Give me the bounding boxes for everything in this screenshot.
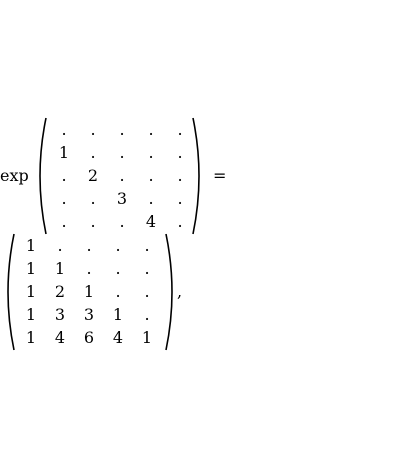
matrix-cell: 4: [54, 328, 66, 347]
matrix-cell: .: [144, 305, 150, 324]
matrix-cell: .: [119, 166, 125, 185]
matrix-cell: 3: [54, 305, 66, 324]
lhs-right-paren: [192, 117, 200, 235]
matrix-cell: .: [115, 236, 121, 255]
matrix-cell: .: [90, 143, 96, 162]
matrix-cell: .: [115, 282, 121, 301]
matrix-cell: 3: [83, 305, 95, 324]
matrix-cell: .: [86, 236, 92, 255]
equation-block: exp .....1.....2.....3.....4. = 1....11.…: [0, 0, 400, 468]
matrix-cell: 1: [25, 282, 37, 301]
matrix-cell: .: [57, 236, 63, 255]
matrix-cell: .: [148, 189, 154, 208]
matrix-cell: .: [90, 189, 96, 208]
matrix-cell: 1: [25, 259, 37, 278]
matrix-cell: .: [61, 212, 67, 231]
matrix-cell: 1: [25, 328, 37, 347]
lhs-left-paren: [39, 117, 47, 235]
matrix-cell: .: [144, 236, 150, 255]
matrix-cell: .: [148, 166, 154, 185]
matrix-cell: .: [86, 259, 92, 278]
matrix-cell: .: [177, 212, 183, 231]
matrix-cell: .: [144, 259, 150, 278]
matrix-cell: .: [90, 212, 96, 231]
matrix-cell: 1: [25, 305, 37, 324]
rhs-right-paren: [165, 233, 173, 351]
exp-operator: exp: [0, 166, 29, 185]
trailing-comma: ,: [177, 282, 183, 301]
matrix-cell: 2: [54, 282, 66, 301]
matrix-cell: 2: [87, 166, 99, 185]
matrix-cell: .: [90, 120, 96, 139]
matrix-cell: .: [61, 189, 67, 208]
matrix-cell: .: [177, 143, 183, 162]
matrix-cell: .: [177, 189, 183, 208]
matrix-cell: .: [148, 120, 154, 139]
matrix-cell: 1: [112, 305, 124, 324]
matrix-cell: 6: [83, 328, 95, 347]
matrix-cell: 1: [58, 143, 70, 162]
matrix-cell: .: [148, 143, 154, 162]
matrix-cell: .: [119, 143, 125, 162]
matrix-cell: 1: [141, 328, 153, 347]
equals-sign: =: [213, 166, 227, 185]
matrix-cell: 4: [145, 212, 157, 231]
matrix-cell: 1: [25, 236, 37, 255]
matrix-cell: 4: [112, 328, 124, 347]
matrix-cell: .: [119, 120, 125, 139]
matrix-brackets: [7, 117, 200, 351]
matrix-cell: .: [61, 166, 67, 185]
matrix-cell: .: [144, 282, 150, 301]
matrix-cell: 3: [116, 189, 128, 208]
matrix-cell: .: [177, 166, 183, 185]
matrix-cell: 1: [54, 259, 66, 278]
matrix-cell: .: [115, 259, 121, 278]
matrix-cell: 1: [83, 282, 95, 301]
matrix-cell: .: [61, 120, 67, 139]
matrix-cell: .: [119, 212, 125, 231]
matrix-cell: .: [177, 120, 183, 139]
rhs-left-paren: [7, 233, 15, 351]
